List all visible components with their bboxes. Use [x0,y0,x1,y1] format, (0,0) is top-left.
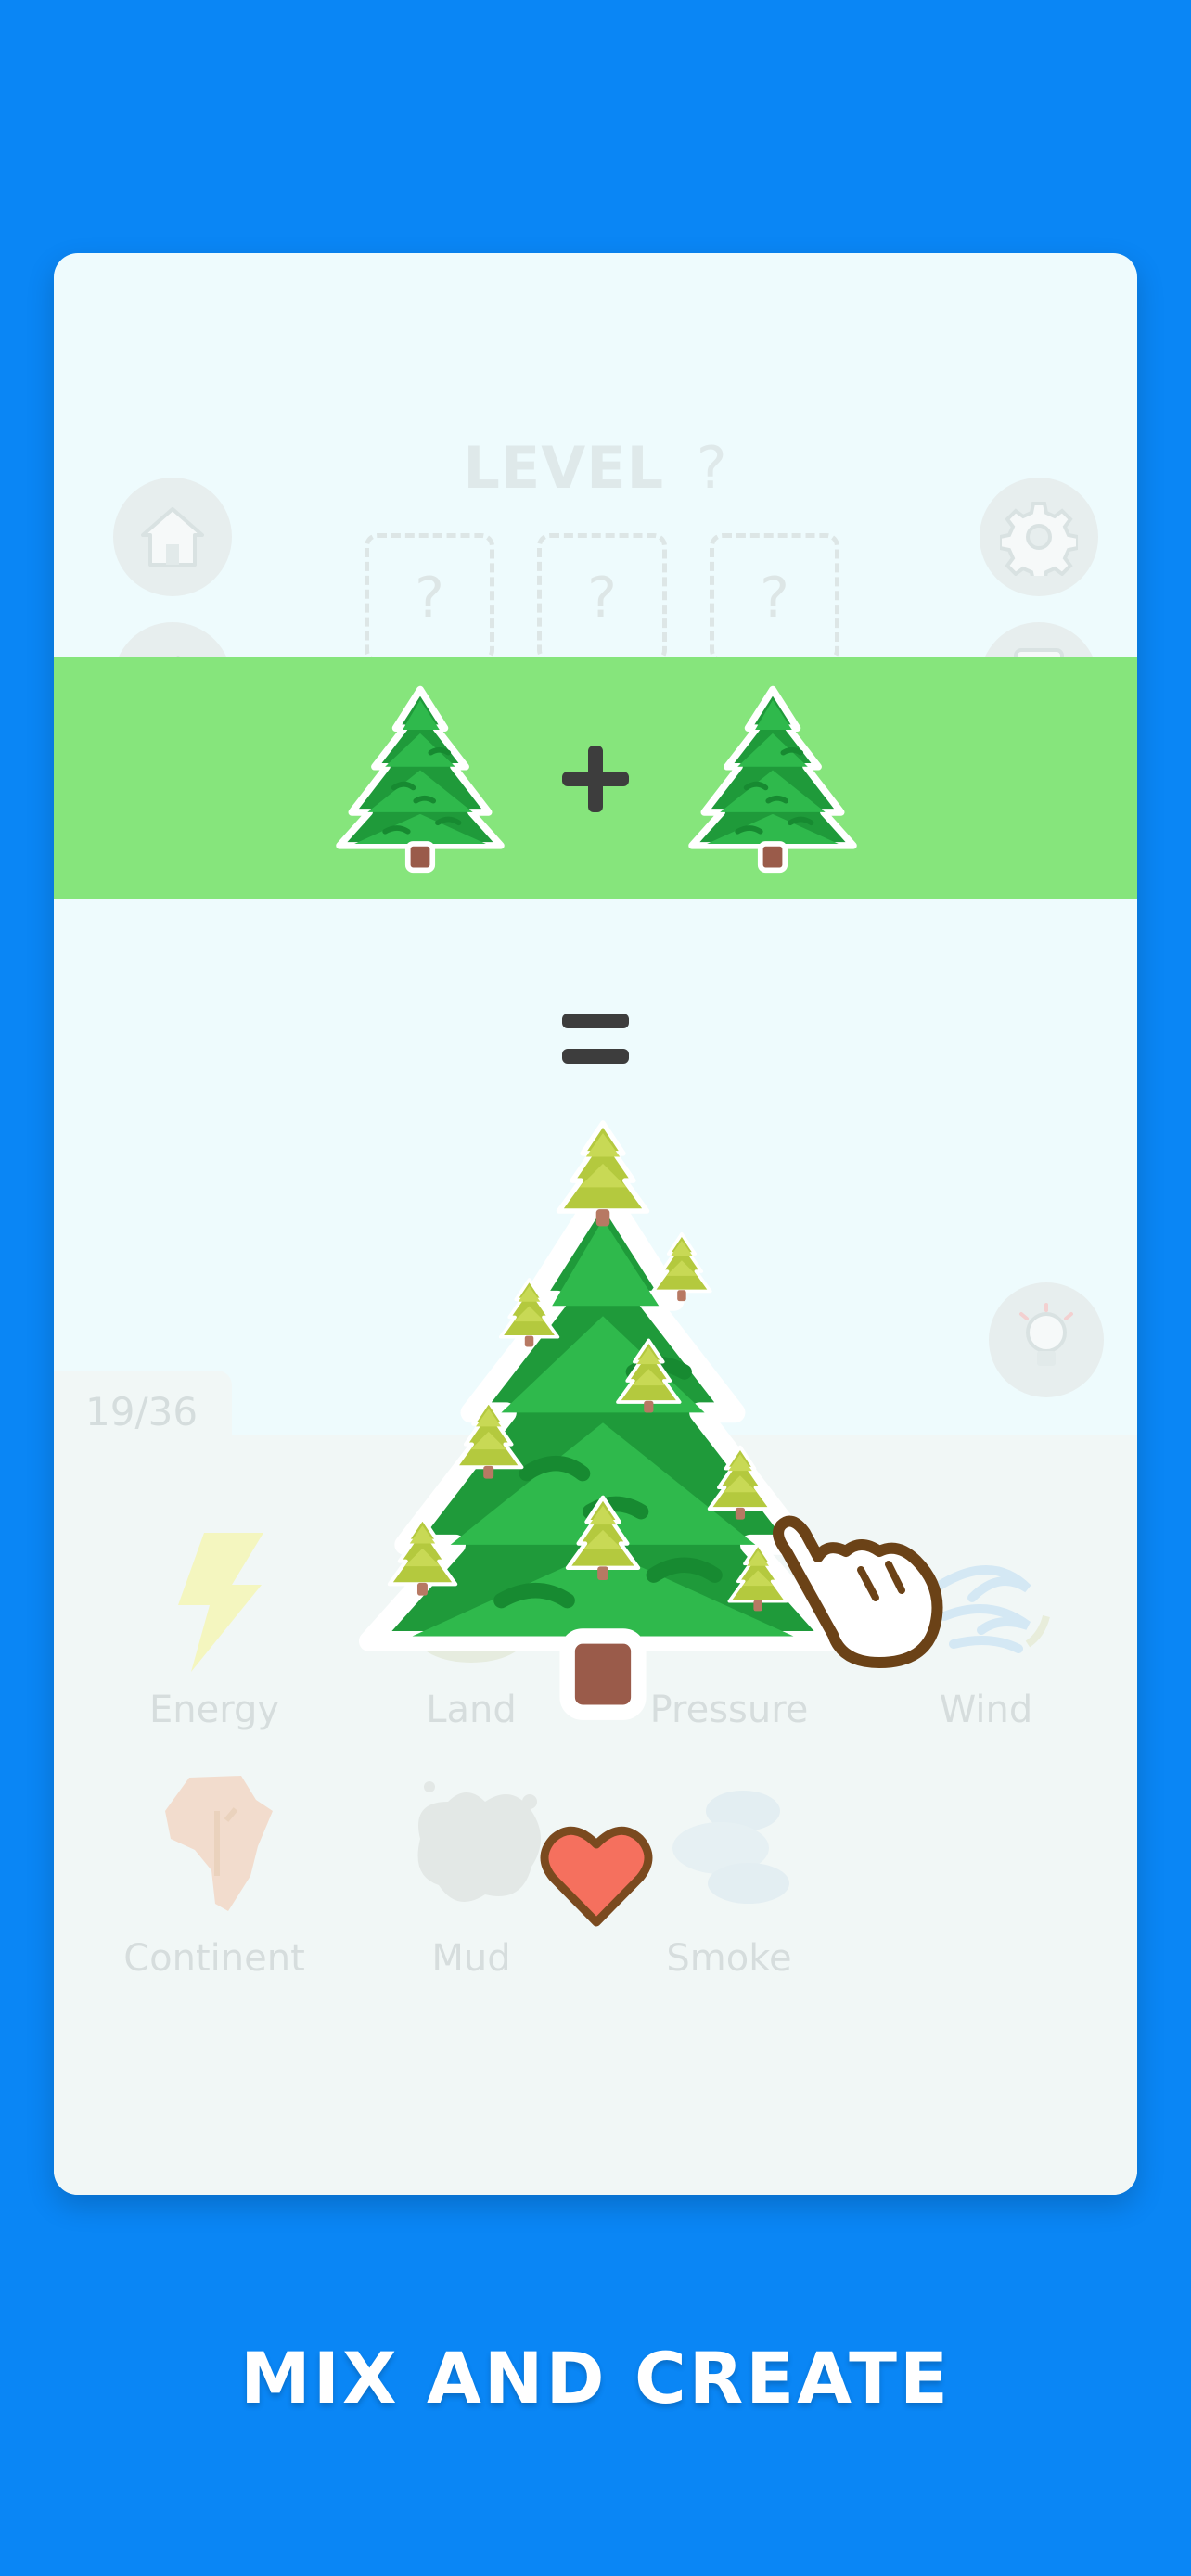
recipe-slot-3[interactable]: ? [710,533,839,663]
item-label: Smoke [666,1937,792,1980]
pine-tree-icon [685,682,861,875]
heart-icon [540,1826,653,1927]
items-counter: 19/36 [54,1371,232,1445]
pine-tree-icon [332,682,508,875]
game-card: LEVEL ? ? ? ? 19/36 Energy Land Pressure… [54,253,1137,2195]
level-label: LEVEL [463,434,665,502]
gear-icon [1000,502,1078,576]
equals-sign [562,1014,629,1065]
africa-icon [165,1776,273,1911]
inventory-item-energy[interactable]: Energy [98,1533,330,1731]
recipe-slot-1[interactable]: ? [365,533,494,663]
item-label: Energy [148,1689,280,1731]
smoke-icon [672,1791,789,1904]
combination-banner [54,657,1137,899]
item-label: Continent [123,1937,305,1980]
lightbulb-icon [1019,1303,1073,1366]
home-icon [141,507,204,567]
hint-button[interactable] [989,1282,1104,1397]
mud-icon [417,1781,541,1902]
slot-placeholder: ? [760,566,789,631]
level-value: ? [696,434,728,502]
level-title: LEVEL ? [54,434,1137,502]
lightning-icon [178,1533,263,1672]
item-label: Wind [939,1689,1033,1731]
plus-sign [562,746,629,812]
slot-placeholder: ? [415,566,444,631]
inventory-item-continent[interactable]: Continent [98,1774,330,1980]
recipe-slot-2[interactable]: ? [537,533,667,663]
item-label: Mud [431,1937,511,1980]
footer-title: MIX AND CREATE [240,2337,951,2419]
pointing-hand-icon [773,1515,943,1668]
slot-placeholder: ? [587,566,617,631]
